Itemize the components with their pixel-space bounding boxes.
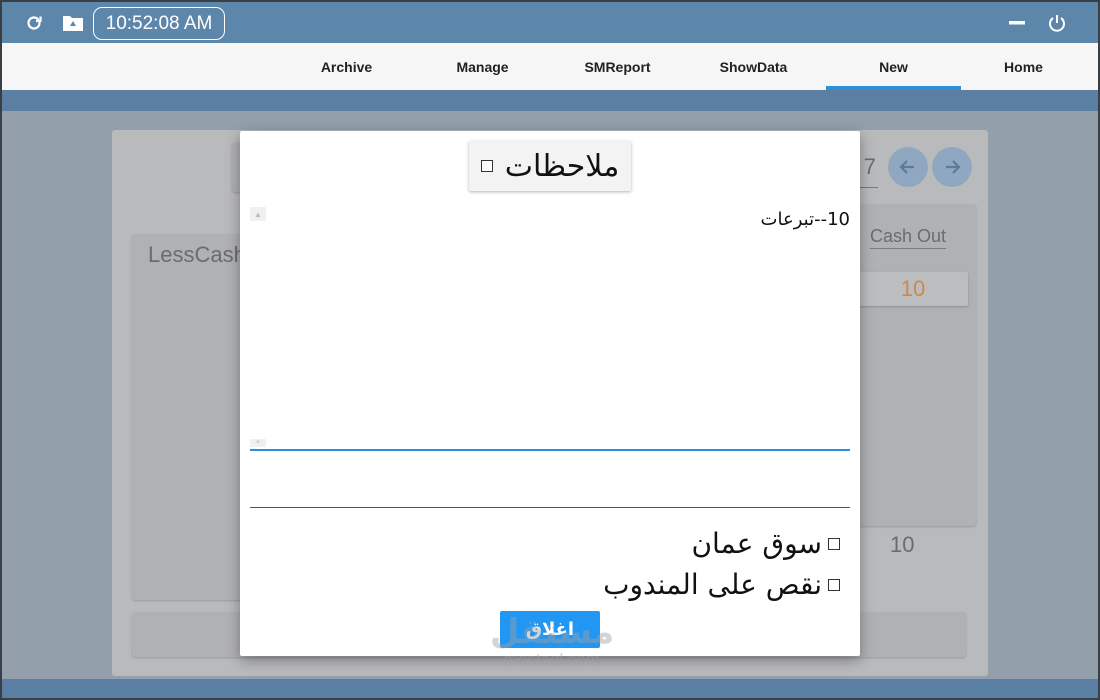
option-checkbox[interactable] [828,537,840,550]
lesscash-panel: LessCash [132,234,246,600]
dialog-title: ملاحظات [504,148,620,184]
option-rep-shortage[interactable]: نقص على المندوب [603,568,840,601]
refresh-icon[interactable] [22,11,46,35]
close-button[interactable]: اغلاق [500,611,600,648]
cashout-value: 10 [900,276,926,301]
cashout-value-box: 10 [858,272,968,306]
title-checkbox[interactable] [480,160,493,172]
notes-dialog: ملاحظات 10--تبرعات ▲ ▼ سوق عمان نقص على … [240,131,860,656]
scroll-up-icon[interactable]: ▲ [250,207,266,221]
second-input-field[interactable] [250,453,850,508]
tab-manage[interactable]: Manage [415,43,550,90]
tab-showdata[interactable]: ShowData [686,43,821,90]
notes-textarea[interactable]: 10--تبرعات ▲ ▼ [250,203,850,451]
tab-home[interactable]: Home [956,43,1091,90]
minimize-icon[interactable] [1005,11,1029,35]
title-bar: 10:52:08 AM [2,2,1098,43]
notes-text: 10--تبرعات [760,209,850,230]
back-arrow-icon[interactable] [888,147,928,187]
power-icon[interactable] [1045,11,1069,35]
dialog-header: ملاحظات [469,141,631,191]
option-label: نقص على المندوب [603,568,822,601]
tab-smreport[interactable]: SMReport [550,43,685,90]
partial-value: 7 [863,154,876,179]
folder-icon[interactable] [61,11,85,35]
cashout-panel: Cash Out 10 [848,204,976,526]
option-label: سوق عمان [691,527,822,560]
forward-arrow-icon[interactable] [932,147,972,187]
total-value: 10 [890,532,915,557]
app-window: 10:52:08 AM Archive Manage SMReport Show… [0,0,1100,700]
nav-bar: Archive Manage SMReport ShowData New Hom… [2,43,1098,90]
option-checkbox[interactable] [828,578,840,591]
clock-display: 10:52:08 AM [93,7,225,40]
option-souq-oman[interactable]: سوق عمان [691,527,840,560]
scroll-down-icon[interactable]: ▼ [250,439,266,447]
footer-band [2,679,1098,698]
tab-new[interactable]: New [826,43,961,90]
header-band [2,90,1098,111]
lesscash-label: LessCash [148,242,246,267]
cashout-label: Cash Out [870,226,947,249]
tab-archive[interactable]: Archive [279,43,414,90]
